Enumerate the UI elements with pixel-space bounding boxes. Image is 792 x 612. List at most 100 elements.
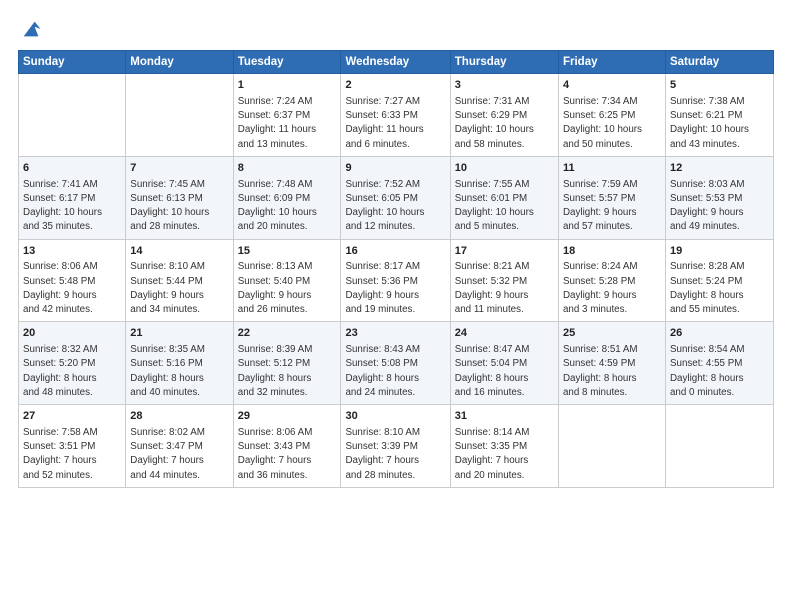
day-number: 1: [238, 78, 337, 94]
weekday-header-friday: Friday: [558, 51, 665, 74]
weekday-header-tuesday: Tuesday: [233, 51, 341, 74]
day-number: 20: [23, 326, 121, 342]
day-cell: 6Sunrise: 7:41 AM Sunset: 6:17 PM Daylig…: [19, 156, 126, 239]
day-number: 4: [563, 78, 661, 94]
day-info: Sunrise: 8:10 AM Sunset: 5:44 PM Dayligh…: [130, 260, 228, 317]
day-info: Sunrise: 8:13 AM Sunset: 5:40 PM Dayligh…: [238, 260, 337, 317]
logo-icon: [20, 18, 42, 40]
day-number: 9: [345, 161, 445, 177]
day-cell: 19Sunrise: 8:28 AM Sunset: 5:24 PM Dayli…: [665, 239, 773, 322]
day-number: 5: [670, 78, 769, 94]
day-info: Sunrise: 7:38 AM Sunset: 6:21 PM Dayligh…: [670, 95, 769, 152]
day-info: Sunrise: 8:54 AM Sunset: 4:55 PM Dayligh…: [670, 343, 769, 400]
week-row-3: 13Sunrise: 8:06 AM Sunset: 5:48 PM Dayli…: [19, 239, 774, 322]
day-info: Sunrise: 7:27 AM Sunset: 6:33 PM Dayligh…: [345, 95, 445, 152]
day-number: 23: [345, 326, 445, 342]
day-cell: 18Sunrise: 8:24 AM Sunset: 5:28 PM Dayli…: [558, 239, 665, 322]
weekday-header-sunday: Sunday: [19, 51, 126, 74]
day-cell: 26Sunrise: 8:54 AM Sunset: 4:55 PM Dayli…: [665, 322, 773, 405]
day-info: Sunrise: 7:24 AM Sunset: 6:37 PM Dayligh…: [238, 95, 337, 152]
day-info: Sunrise: 8:32 AM Sunset: 5:20 PM Dayligh…: [23, 343, 121, 400]
day-cell: 14Sunrise: 8:10 AM Sunset: 5:44 PM Dayli…: [126, 239, 233, 322]
day-cell: 7Sunrise: 7:45 AM Sunset: 6:13 PM Daylig…: [126, 156, 233, 239]
day-info: Sunrise: 8:03 AM Sunset: 5:53 PM Dayligh…: [670, 178, 769, 235]
day-cell: 10Sunrise: 7:55 AM Sunset: 6:01 PM Dayli…: [450, 156, 558, 239]
day-number: 31: [455, 409, 554, 425]
day-cell: [558, 405, 665, 488]
day-info: Sunrise: 8:10 AM Sunset: 3:39 PM Dayligh…: [345, 426, 445, 483]
day-info: Sunrise: 7:45 AM Sunset: 6:13 PM Dayligh…: [130, 178, 228, 235]
day-info: Sunrise: 8:28 AM Sunset: 5:24 PM Dayligh…: [670, 260, 769, 317]
day-cell: 17Sunrise: 8:21 AM Sunset: 5:32 PM Dayli…: [450, 239, 558, 322]
week-row-2: 6Sunrise: 7:41 AM Sunset: 6:17 PM Daylig…: [19, 156, 774, 239]
day-cell: 28Sunrise: 8:02 AM Sunset: 3:47 PM Dayli…: [126, 405, 233, 488]
day-cell: 24Sunrise: 8:47 AM Sunset: 5:04 PM Dayli…: [450, 322, 558, 405]
day-info: Sunrise: 7:41 AM Sunset: 6:17 PM Dayligh…: [23, 178, 121, 235]
day-number: 2: [345, 78, 445, 94]
calendar-table: SundayMondayTuesdayWednesdayThursdayFrid…: [18, 50, 774, 488]
day-number: 27: [23, 409, 121, 425]
day-number: 26: [670, 326, 769, 342]
day-cell: 27Sunrise: 7:58 AM Sunset: 3:51 PM Dayli…: [19, 405, 126, 488]
day-cell: [126, 74, 233, 157]
day-cell: 3Sunrise: 7:31 AM Sunset: 6:29 PM Daylig…: [450, 74, 558, 157]
day-number: 21: [130, 326, 228, 342]
day-number: 12: [670, 161, 769, 177]
week-row-5: 27Sunrise: 7:58 AM Sunset: 3:51 PM Dayli…: [19, 405, 774, 488]
day-number: 7: [130, 161, 228, 177]
logo: [18, 18, 42, 40]
weekday-header-wednesday: Wednesday: [341, 51, 450, 74]
day-info: Sunrise: 8:17 AM Sunset: 5:36 PM Dayligh…: [345, 260, 445, 317]
day-cell: 23Sunrise: 8:43 AM Sunset: 5:08 PM Dayli…: [341, 322, 450, 405]
day-cell: 25Sunrise: 8:51 AM Sunset: 4:59 PM Dayli…: [558, 322, 665, 405]
day-info: Sunrise: 8:47 AM Sunset: 5:04 PM Dayligh…: [455, 343, 554, 400]
day-info: Sunrise: 7:48 AM Sunset: 6:09 PM Dayligh…: [238, 178, 337, 235]
day-cell: 15Sunrise: 8:13 AM Sunset: 5:40 PM Dayli…: [233, 239, 341, 322]
day-cell: 31Sunrise: 8:14 AM Sunset: 3:35 PM Dayli…: [450, 405, 558, 488]
day-info: Sunrise: 8:06 AM Sunset: 5:48 PM Dayligh…: [23, 260, 121, 317]
day-info: Sunrise: 7:34 AM Sunset: 6:25 PM Dayligh…: [563, 95, 661, 152]
day-cell: 4Sunrise: 7:34 AM Sunset: 6:25 PM Daylig…: [558, 74, 665, 157]
day-number: 29: [238, 409, 337, 425]
day-number: 18: [563, 244, 661, 260]
day-number: 8: [238, 161, 337, 177]
weekday-header-row: SundayMondayTuesdayWednesdayThursdayFrid…: [19, 51, 774, 74]
day-number: 28: [130, 409, 228, 425]
day-cell: 21Sunrise: 8:35 AM Sunset: 5:16 PM Dayli…: [126, 322, 233, 405]
day-info: Sunrise: 8:24 AM Sunset: 5:28 PM Dayligh…: [563, 260, 661, 317]
day-cell: 5Sunrise: 7:38 AM Sunset: 6:21 PM Daylig…: [665, 74, 773, 157]
day-number: 10: [455, 161, 554, 177]
day-cell: 30Sunrise: 8:10 AM Sunset: 3:39 PM Dayli…: [341, 405, 450, 488]
day-number: 22: [238, 326, 337, 342]
day-cell: 9Sunrise: 7:52 AM Sunset: 6:05 PM Daylig…: [341, 156, 450, 239]
day-cell: 11Sunrise: 7:59 AM Sunset: 5:57 PM Dayli…: [558, 156, 665, 239]
day-number: 11: [563, 161, 661, 177]
day-cell: 2Sunrise: 7:27 AM Sunset: 6:33 PM Daylig…: [341, 74, 450, 157]
day-number: 16: [345, 244, 445, 260]
day-info: Sunrise: 7:31 AM Sunset: 6:29 PM Dayligh…: [455, 95, 554, 152]
day-info: Sunrise: 8:14 AM Sunset: 3:35 PM Dayligh…: [455, 426, 554, 483]
page: SundayMondayTuesdayWednesdayThursdayFrid…: [0, 0, 792, 612]
day-info: Sunrise: 7:55 AM Sunset: 6:01 PM Dayligh…: [455, 178, 554, 235]
day-info: Sunrise: 8:06 AM Sunset: 3:43 PM Dayligh…: [238, 426, 337, 483]
day-cell: [19, 74, 126, 157]
day-info: Sunrise: 8:39 AM Sunset: 5:12 PM Dayligh…: [238, 343, 337, 400]
day-cell: 1Sunrise: 7:24 AM Sunset: 6:37 PM Daylig…: [233, 74, 341, 157]
day-info: Sunrise: 7:58 AM Sunset: 3:51 PM Dayligh…: [23, 426, 121, 483]
day-number: 30: [345, 409, 445, 425]
weekday-header-monday: Monday: [126, 51, 233, 74]
week-row-4: 20Sunrise: 8:32 AM Sunset: 5:20 PM Dayli…: [19, 322, 774, 405]
day-cell: 22Sunrise: 8:39 AM Sunset: 5:12 PM Dayli…: [233, 322, 341, 405]
day-number: 3: [455, 78, 554, 94]
day-number: 24: [455, 326, 554, 342]
day-number: 6: [23, 161, 121, 177]
day-number: 19: [670, 244, 769, 260]
day-cell: 20Sunrise: 8:32 AM Sunset: 5:20 PM Dayli…: [19, 322, 126, 405]
weekday-header-saturday: Saturday: [665, 51, 773, 74]
day-cell: 8Sunrise: 7:48 AM Sunset: 6:09 PM Daylig…: [233, 156, 341, 239]
week-row-1: 1Sunrise: 7:24 AM Sunset: 6:37 PM Daylig…: [19, 74, 774, 157]
day-cell: [665, 405, 773, 488]
day-info: Sunrise: 7:52 AM Sunset: 6:05 PM Dayligh…: [345, 178, 445, 235]
day-info: Sunrise: 8:51 AM Sunset: 4:59 PM Dayligh…: [563, 343, 661, 400]
day-info: Sunrise: 8:21 AM Sunset: 5:32 PM Dayligh…: [455, 260, 554, 317]
